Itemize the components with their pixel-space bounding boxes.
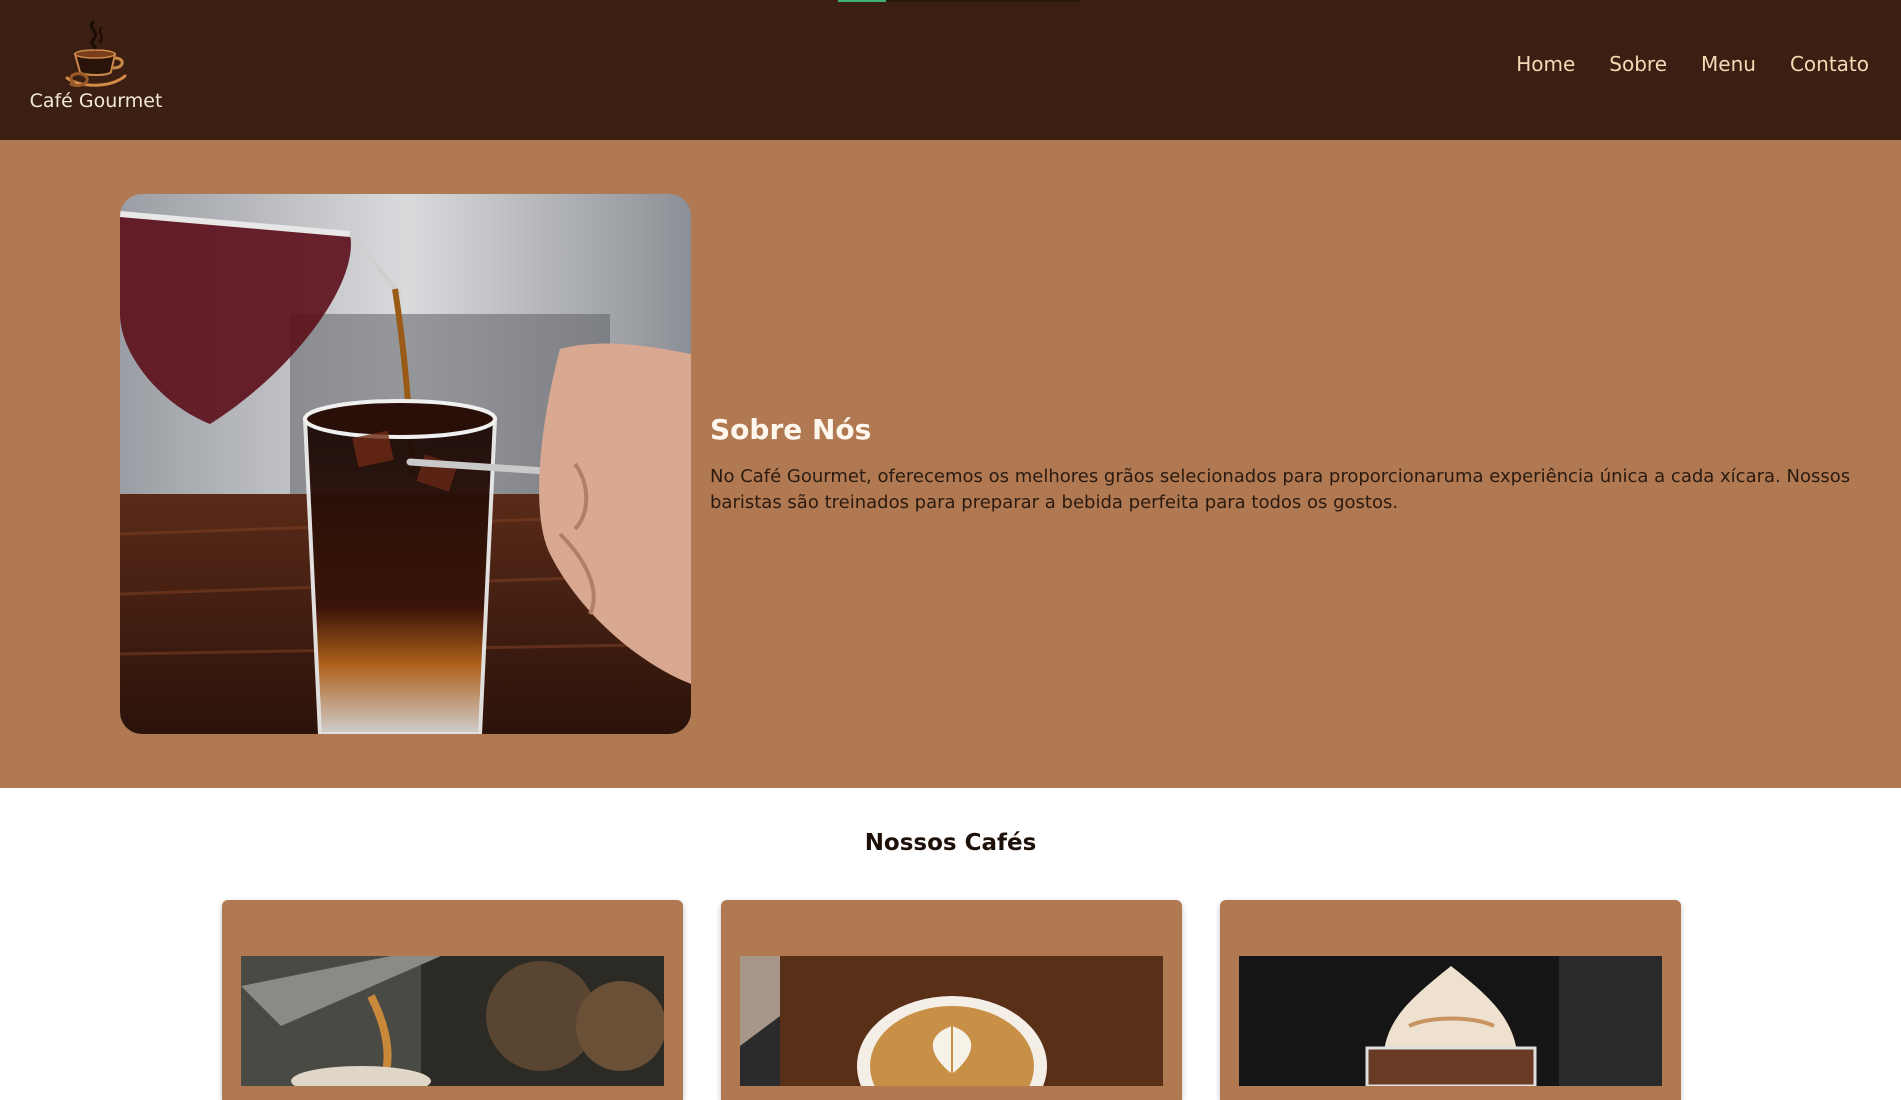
about-image-coffee-pour bbox=[120, 194, 691, 734]
nav-link-home[interactable]: Home bbox=[1516, 52, 1575, 76]
loading-progress-fill bbox=[838, 0, 886, 2]
loading-progress-bar bbox=[838, 0, 1080, 2]
latte-art-photo bbox=[740, 956, 1163, 1086]
main-nav: Home Sobre Menu Contato bbox=[1516, 52, 1869, 76]
coffees-section: Nossos Cafés bbox=[0, 788, 1901, 1100]
espresso-machine-photo bbox=[241, 956, 664, 1086]
site-header: Café Gourmet Home Sobre Menu Contato bbox=[0, 0, 1901, 140]
coffee-card[interactable] bbox=[1220, 900, 1681, 1100]
coffee-card-image-latte bbox=[740, 956, 1163, 1086]
coffee-cup-logo-icon bbox=[65, 20, 127, 88]
brand-name: Café Gourmet bbox=[29, 90, 163, 112]
coffee-card-image-espresso bbox=[241, 956, 664, 1086]
frappe-photo bbox=[1239, 956, 1662, 1086]
nav-link-contato[interactable]: Contato bbox=[1790, 52, 1869, 76]
coffee-pour-photo bbox=[120, 194, 691, 734]
coffee-card[interactable] bbox=[222, 900, 683, 1100]
brand[interactable]: Café Gourmet bbox=[26, 18, 166, 112]
about-title: Sobre Nós bbox=[710, 413, 872, 446]
about-section: Sobre Nós No Café Gourmet, oferecemos os… bbox=[0, 140, 1901, 788]
about-description: No Café Gourmet, oferecemos os melhores … bbox=[710, 466, 1851, 513]
nav-link-sobre[interactable]: Sobre bbox=[1609, 52, 1667, 76]
about-text-block: Sobre Nós No Café Gourmet, oferecemos os… bbox=[710, 413, 1860, 516]
coffee-card[interactable] bbox=[721, 900, 1182, 1100]
coffee-card-image-frappe bbox=[1239, 956, 1662, 1086]
coffees-title: Nossos Cafés bbox=[864, 830, 1037, 856]
nav-link-menu[interactable]: Menu bbox=[1701, 52, 1756, 76]
